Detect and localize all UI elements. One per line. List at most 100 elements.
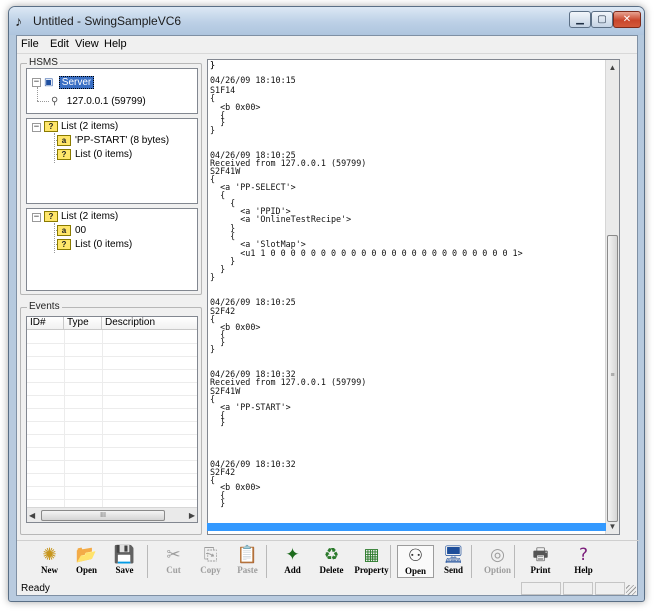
table-row (27, 343, 197, 344)
hsms-group: HSMS − ▣ Server ⚲ 127.0.0.1 (59799) − ? … (20, 57, 202, 295)
property-board-icon: ▦ (363, 545, 380, 565)
collapse-icon[interactable]: − (32, 123, 41, 132)
server-tree[interactable]: − ▣ Server ⚲ 127.0.0.1 (59799) (26, 68, 198, 114)
scroll-left-icon[interactable]: ◀ (29, 508, 35, 523)
log-line: <u1 1 0 0 0 0 0 0 0 0 0 0 0 0 0 0 0 0 0 … (210, 248, 523, 258)
toolbar-button-delete[interactable]: ♻ Delete (313, 545, 350, 578)
resize-grip-icon[interactable] (626, 585, 636, 595)
list-icon: ? (44, 121, 58, 132)
table-row (27, 369, 197, 370)
events-horizontal-scrollbar[interactable]: ◀ III ▶ (27, 507, 197, 522)
toolbar-button-paste[interactable]: 📋 Paste (229, 545, 266, 578)
minimize-icon: ▁ (576, 14, 584, 25)
toolbar-button-add[interactable]: ✦ Add (274, 545, 311, 578)
menu-view[interactable]: View (75, 38, 99, 50)
table-row (27, 473, 197, 474)
maximize-icon: ▢ (597, 14, 607, 25)
tree-node-label[interactable]: List (2 items) (61, 120, 118, 133)
message-tree[interactable]: − ? List (2 items) a 'PP-START' (8 bytes… (26, 118, 198, 204)
toolbar-button-open[interactable]: 📂 Open (68, 545, 105, 578)
log-line: } (210, 498, 226, 508)
network-plug-icon: ⚲ (51, 96, 59, 107)
tree-node-address[interactable]: ⚲ 127.0.0.1 (59799) (51, 95, 146, 108)
collapse-icon[interactable]: − (32, 213, 41, 222)
status-panel (563, 582, 593, 595)
cut-icon: ✂ (166, 545, 181, 565)
events-table[interactable]: ID# Type Description ◀ III ▶ (26, 316, 198, 523)
maximize-button[interactable]: ▢ (591, 11, 613, 28)
column-header-type[interactable]: Type (64, 317, 102, 330)
table-row (27, 356, 197, 357)
minimize-button[interactable]: ▁ (569, 11, 591, 28)
scroll-thumb[interactable]: ≡ (607, 235, 618, 522)
client-area: File Edit View Help HSMS − ▣ Server ⚲ 12… (16, 35, 639, 596)
hsms-group-label: HSMS (27, 57, 60, 68)
close-button[interactable]: ✕ (613, 11, 641, 28)
log-line: } (210, 60, 216, 70)
toolbar-button-label: Save (115, 565, 134, 575)
table-row (27, 408, 197, 409)
toolbar-button-label: Paste (237, 565, 258, 575)
app-window: ♪ Untitled - SwingSampleVC6 ▁ ▢ ✕ File E… (8, 6, 645, 602)
toolbar-button-label: Send (443, 565, 463, 575)
save-disk-icon: 💾 (113, 545, 136, 565)
toolbar-button-cut[interactable]: ✂ Cut (155, 545, 192, 578)
toolbar-button-label: Open (75, 565, 97, 575)
option-disc-icon: ◎ (490, 545, 505, 565)
scroll-right-icon[interactable]: ▶ (189, 508, 195, 523)
scroll-grip-icon: ≡ (610, 372, 615, 379)
toolbar-button-label: Add (284, 565, 301, 575)
column-header-id[interactable]: ID# (27, 317, 64, 330)
toolbar-button-help[interactable]: ? Help (565, 545, 602, 578)
window-title: Untitled - SwingSampleVC6 (33, 14, 182, 28)
toolbar-separator (266, 545, 267, 578)
list-icon: ? (57, 239, 71, 250)
title-bar[interactable]: ♪ Untitled - SwingSampleVC6 ▁ ▢ ✕ (9, 7, 644, 35)
table-row (27, 486, 197, 487)
toolbar-button-label: Open (404, 566, 426, 576)
menu-bar: File Edit View Help (17, 36, 637, 54)
menu-edit[interactable]: Edit (50, 38, 69, 50)
toolbar-button-new[interactable]: ✺ New (31, 545, 68, 578)
toolbar-button-copy[interactable]: ⎘ Copy (192, 545, 229, 578)
tree-connector (54, 133, 55, 163)
toolbar-button-property[interactable]: ▦ Property (353, 545, 390, 578)
toolbar-separator (390, 545, 391, 578)
tree-node-label[interactable]: List (0 items) (75, 238, 132, 251)
toolbar-button-save[interactable]: 💾 Save (106, 545, 143, 578)
tree-node-label[interactable]: 'PP-START' (8 bytes) (75, 134, 169, 147)
tree-node-label[interactable]: List (2 items) (61, 210, 118, 223)
scroll-down-icon[interactable]: ▼ (606, 519, 619, 534)
menu-help[interactable]: Help (104, 38, 127, 50)
toolbar-button-send[interactable]: 🖥 Send (435, 545, 472, 578)
toolbar-button-open-connection[interactable]: ⚇ Open (397, 545, 434, 578)
tree-node-server[interactable]: ▣ Server (44, 76, 95, 89)
toolbar-separator (147, 545, 148, 578)
table-row (27, 395, 197, 396)
toolbar-button-label: Copy (200, 565, 221, 575)
message-log[interactable]: 04/26/09 18:10:15 S1F14{ <b 0x00> { }} 04/… (207, 59, 620, 535)
tree-node-label[interactable]: List (0 items) (75, 148, 132, 161)
table-row (27, 447, 197, 448)
list-icon: ? (44, 211, 58, 222)
status-bar: Ready (17, 581, 637, 596)
reply-tree[interactable]: − ? List (2 items) a 00 ? List (0 items) (26, 208, 198, 291)
toolbar-button-print[interactable]: 🖶 Print (522, 545, 559, 578)
status-panel (595, 582, 625, 595)
table-row (27, 421, 197, 422)
column-header-description[interactable]: Description (102, 317, 197, 330)
scroll-thumb[interactable]: III (41, 510, 165, 521)
log-vertical-scrollbar[interactable]: ▲ ≡ ▼ (605, 60, 619, 534)
help-book-icon: ? (578, 545, 589, 565)
status-panel (521, 582, 561, 595)
log-line: } (210, 272, 216, 282)
tree-node-label[interactable]: 00 (75, 224, 86, 237)
collapse-icon[interactable]: − (32, 78, 41, 87)
table-row (27, 499, 197, 500)
scroll-up-icon[interactable]: ▲ (606, 60, 619, 75)
open-connection-icon: ⚇ (407, 546, 424, 566)
menu-file[interactable]: File (21, 38, 39, 50)
toolbar-button-label: Print (530, 565, 551, 575)
tree-connector (37, 101, 49, 102)
toolbar-button-option[interactable]: ◎ Option (479, 545, 516, 578)
